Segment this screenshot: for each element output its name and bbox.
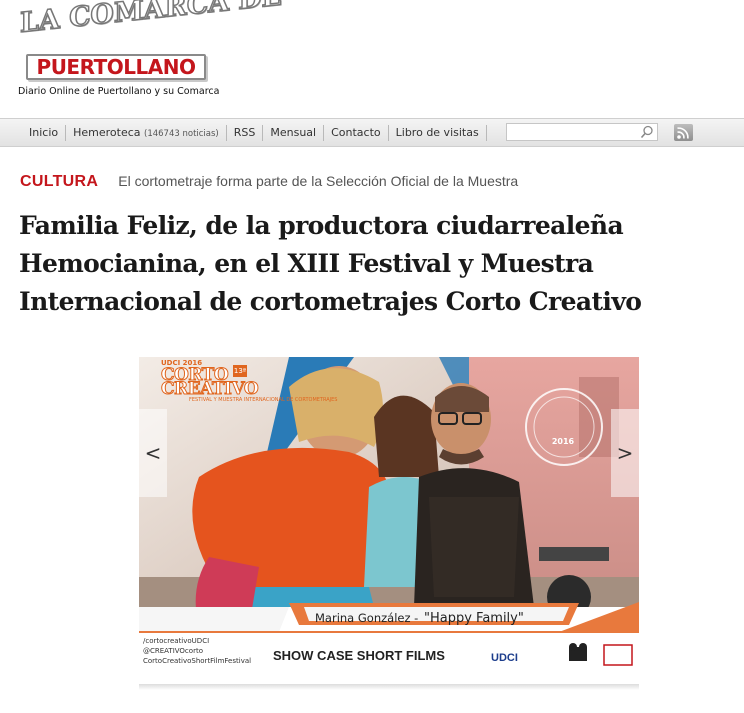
slider-shadow: [139, 684, 639, 690]
social-twitter: @CREATIVOcorto: [143, 647, 203, 655]
nav-item-mensual[interactable]: Mensual: [263, 124, 325, 141]
udci-logo: UDCI: [491, 652, 518, 664]
caption-name: Marina González -: [315, 611, 419, 625]
article-subtitle: El cortometraje forma parte de la Selecc…: [118, 173, 519, 189]
nav-item-libro-de-visitas[interactable]: Libro de visitas: [389, 124, 487, 141]
nav-item-label: Inicio: [29, 125, 59, 139]
caption-film: "Happy Family": [423, 611, 524, 626]
edition-badge: 13ª: [233, 365, 247, 377]
nav-item-label: Contacto: [331, 125, 381, 139]
nav-item-label: Mensual: [270, 125, 317, 139]
site-tagline: Diario Online de Puertollano y su Comarc…: [18, 86, 220, 97]
nav-item-hemeroteca[interactable]: Hemeroteca (146743 noticias): [66, 124, 227, 141]
social-festival: CortoCreativoShortFilmFestival: [143, 657, 252, 665]
search-box: [506, 123, 658, 145]
slider-prev-button[interactable]: <: [139, 409, 167, 497]
site-logo[interactable]: PUERTOLLANO: [26, 54, 206, 80]
search-icon[interactable]: [640, 125, 654, 139]
news-count: (146743 noticias): [144, 128, 219, 139]
slider-next-button[interactable]: >: [611, 409, 639, 497]
nav-item-contacto[interactable]: Contacto: [324, 124, 389, 141]
nav-item-rss[interactable]: RSS: [227, 124, 264, 141]
poster-band-text: SHOW CASE SHORT FILMS: [273, 648, 445, 663]
logo-line2: CREATIVO: [160, 379, 259, 400]
chevron-right-icon: >: [616, 441, 634, 465]
chevron-left-icon: <: [144, 441, 162, 465]
nav-item-label: RSS: [233, 125, 256, 139]
site-logo-top[interactable]: LA COMARCA DE: [19, 0, 283, 40]
section-label[interactable]: CULTURA: [20, 173, 98, 191]
poster-caption: Marina González - "Happy Family": [315, 611, 524, 626]
article-kicker: CULTURA El cortometraje forma parte de l…: [20, 173, 518, 191]
image-slider: UDCI 2016 CORTO CREATIVO 13ª FESTIVAL Y …: [139, 357, 639, 684]
search-input[interactable]: [507, 128, 635, 145]
official-selection-seal: 2016: [551, 437, 575, 446]
site-header: LA COMARCA DE PUERTOLLANO Diario Online …: [0, 0, 744, 118]
rss-feed-icon[interactable]: [674, 124, 693, 141]
poster-social-links: /cortocreativoUDCI @CREATIVOcorto CortoC…: [143, 636, 251, 666]
logo-tagline: FESTIVAL Y MUESTRA INTERNACIONAL DE CORT…: [189, 397, 338, 403]
article-headline: Familia Feliz, de la productora ciudarre…: [19, 211, 642, 316]
nav-item-label: Libro de visitas: [395, 125, 479, 139]
nav-item-inicio[interactable]: Inicio: [22, 124, 67, 141]
main-nav: Inicio Hemeroteca (146743 noticias) RSS …: [0, 118, 744, 147]
nav-item-label: Hemeroteca: [73, 125, 141, 139]
site-logo-text: PUERTOLLANO: [36, 55, 196, 79]
social-facebook: /cortocreativoUDCI: [143, 637, 210, 645]
